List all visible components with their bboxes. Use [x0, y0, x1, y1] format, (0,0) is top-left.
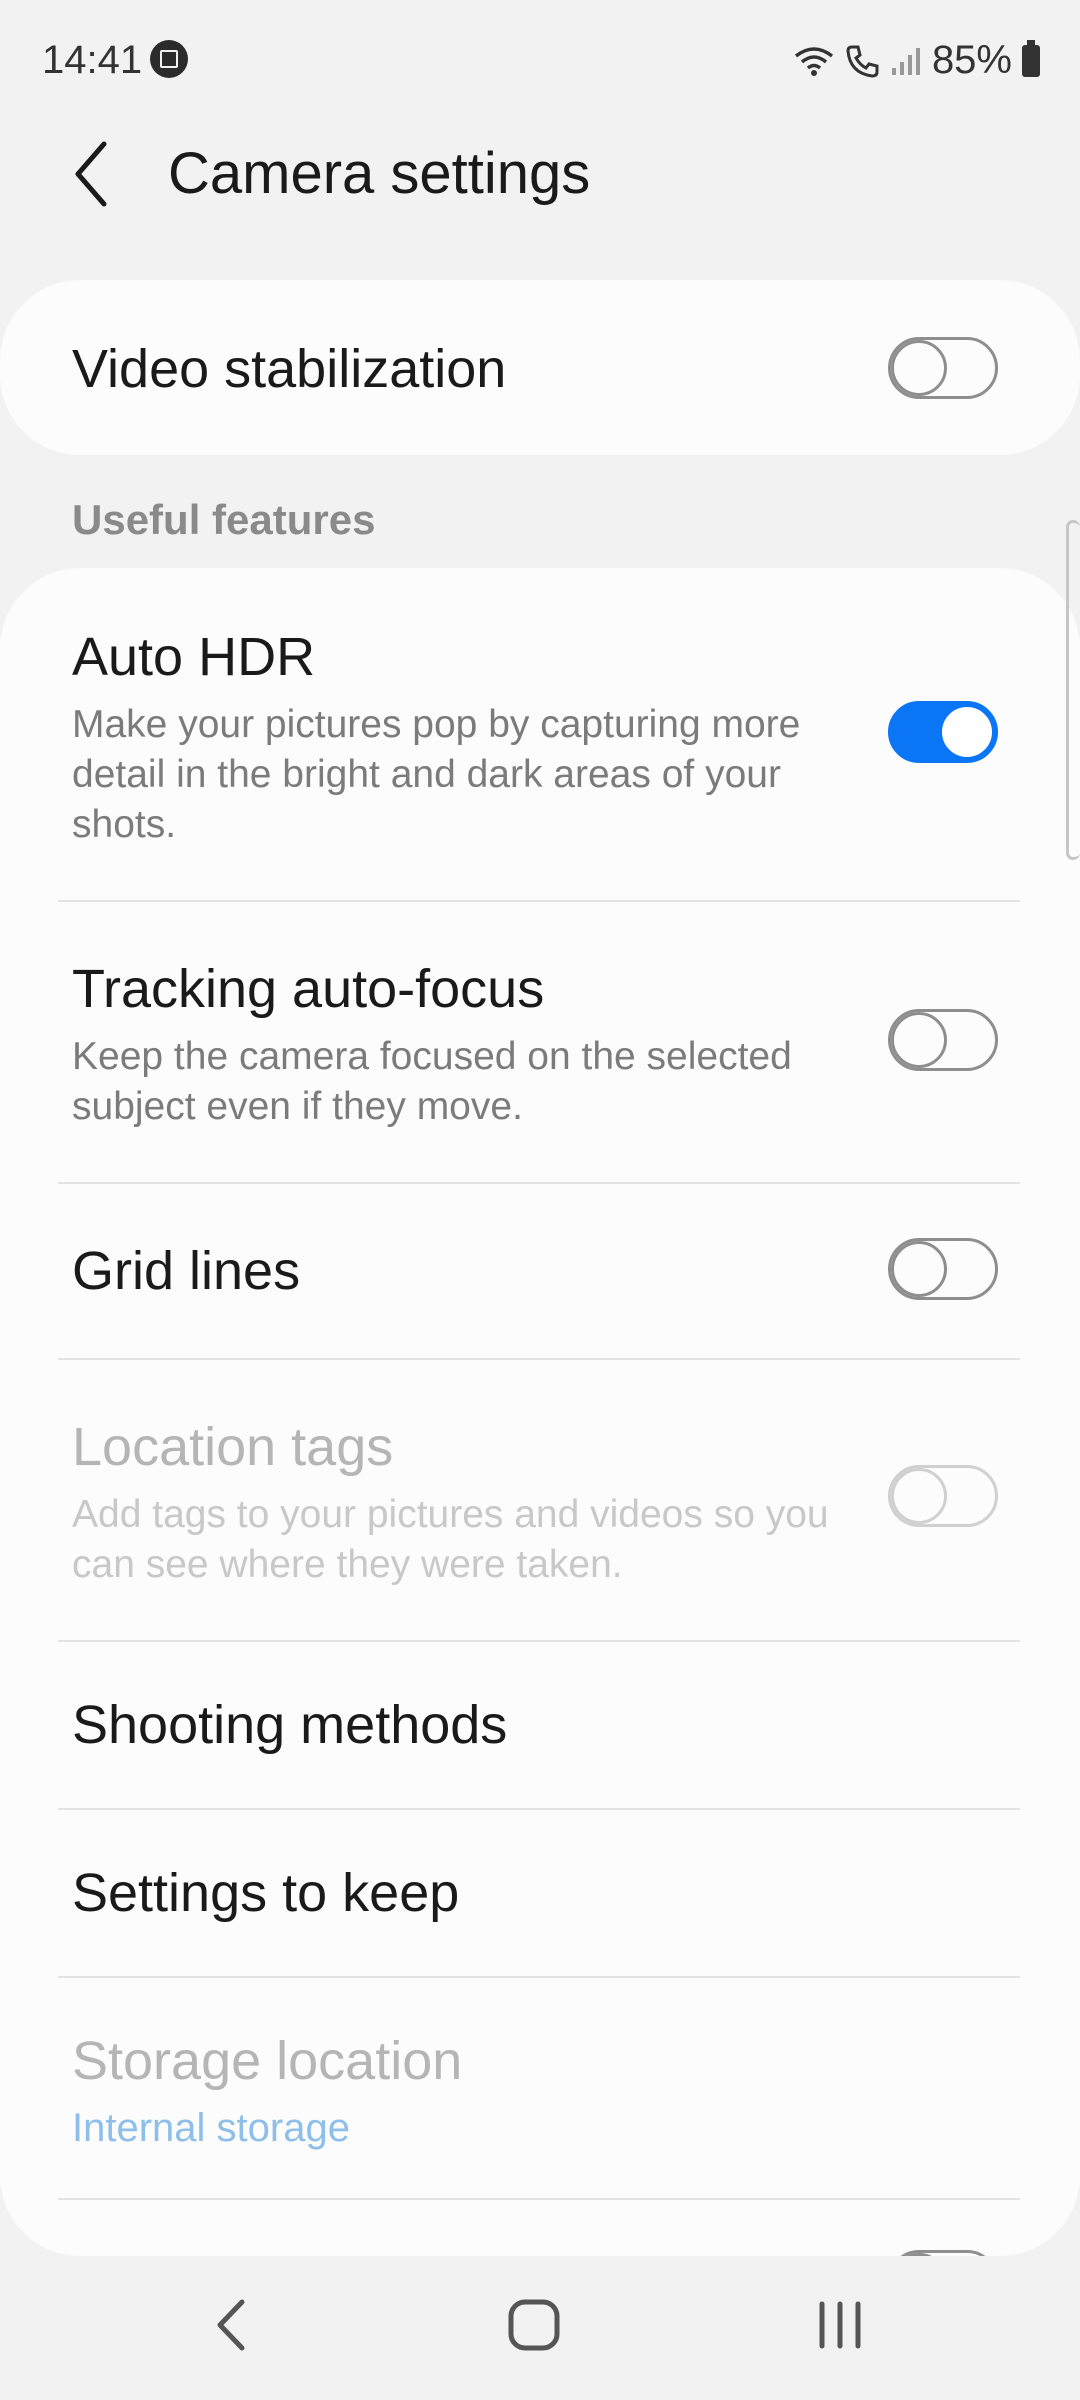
divider: [58, 1358, 1020, 1360]
grid-lines-toggle[interactable]: [888, 1238, 998, 1300]
tracking-af-description: Keep the camera focused on the selected …: [72, 1035, 792, 1128]
divider: [58, 1808, 1020, 1810]
auto-hdr-title: Auto HDR: [72, 627, 316, 687]
wifi-icon: [794, 46, 834, 76]
auto-hdr-toggle[interactable]: [888, 701, 998, 763]
settings-to-keep-title: Settings to keep: [72, 1863, 460, 1923]
tracking-af-toggle[interactable]: [888, 1009, 998, 1071]
section-header: Useful features: [72, 496, 376, 543]
scrollbar[interactable]: [1066, 520, 1080, 860]
grid-lines-title: Grid lines: [72, 1241, 301, 1301]
toggle-knob: [939, 704, 995, 760]
toggle-knob: [891, 1468, 947, 1524]
nav-recents-icon[interactable]: [800, 2290, 880, 2360]
video-stabilization-row[interactable]: Video stabilization: [0, 280, 1080, 455]
battery-icon: [1022, 39, 1040, 77]
divider: [58, 1976, 1020, 1978]
video-stabilization-toggle[interactable]: [888, 337, 998, 399]
signal-icon: [891, 47, 920, 75]
storage-location-value: Internal storage: [72, 2106, 350, 2150]
divider: [58, 900, 1020, 902]
storage-location-title: Storage location: [72, 2031, 463, 2091]
toggle-knob: [891, 1012, 947, 1068]
divider: [58, 1182, 1020, 1184]
divider: [58, 1640, 1020, 1642]
nav-home-icon[interactable]: [494, 2290, 574, 2360]
page-title: Camera settings: [168, 141, 591, 206]
toggle-knob: [891, 1241, 947, 1297]
auto-hdr-description: Make your pictures pop by capturing more…: [72, 703, 801, 846]
location-tags-description: Add tags to your pictures and videos so …: [72, 1493, 829, 1586]
location-tags-toggle: [888, 1465, 998, 1527]
tracking-af-title: Tracking auto-focus: [72, 959, 545, 1019]
shooting-methods-title: Shooting methods: [72, 1695, 508, 1755]
toggle-knob: [891, 340, 947, 396]
useful-features-card: Auto HDR Make your pictures pop by captu…: [0, 568, 1080, 2312]
notification-badge-icon: [150, 40, 188, 78]
battery-percent: 85%: [931, 38, 1012, 82]
status-icons: 85%: [794, 38, 1040, 83]
nav-back-icon[interactable]: [194, 2290, 274, 2360]
video-stabilization-label: Video stabilization: [72, 339, 507, 399]
status-time: 14:41: [42, 38, 143, 82]
location-tags-title: Location tags: [72, 1417, 394, 1477]
divider: [58, 2198, 1020, 2200]
wifi-call-icon: [846, 45, 879, 78]
back-button[interactable]: [60, 134, 124, 214]
